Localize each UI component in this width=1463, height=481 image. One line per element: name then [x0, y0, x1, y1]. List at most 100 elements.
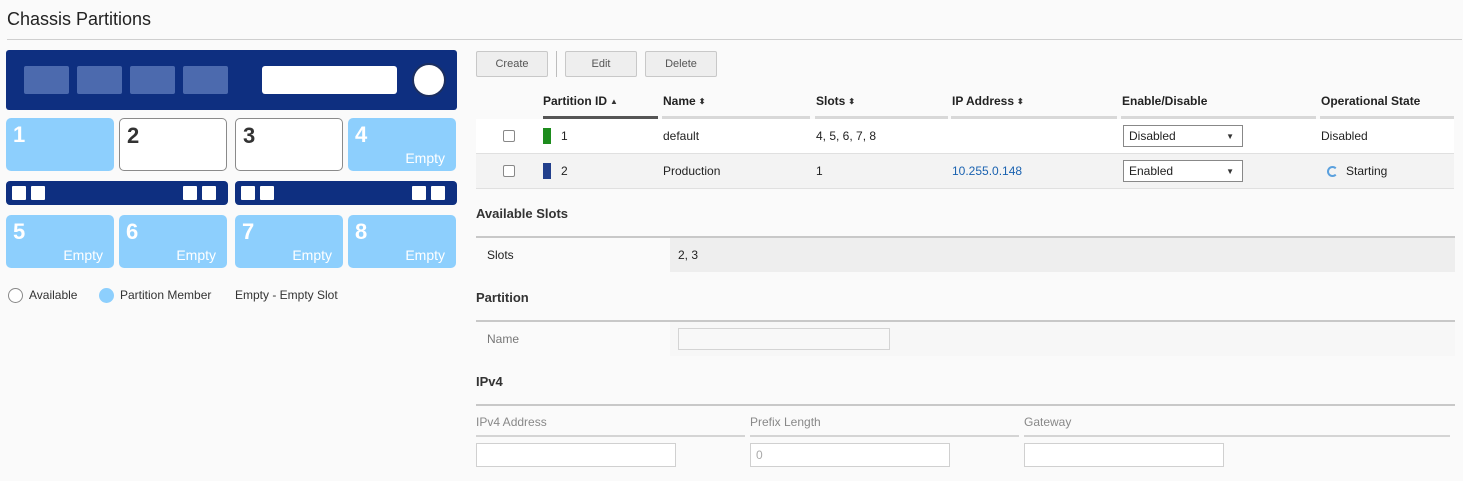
edit-button[interactable]: Edit — [565, 51, 637, 77]
delete-button[interactable]: Delete — [645, 51, 717, 77]
header-label: Partition ID — [543, 94, 608, 108]
enable-select-cell: Enabled ▼ — [1123, 154, 1243, 188]
available-slots-title: Available Slots — [476, 206, 568, 221]
partition-id: 2 — [561, 164, 568, 178]
slot-tag: Empty — [176, 247, 216, 263]
port-icon — [260, 186, 274, 200]
ipv4-address-label: IPv4 Address — [476, 415, 547, 429]
gateway-label: Gateway — [1024, 415, 1072, 429]
chevron-down-icon: ▼ — [1226, 131, 1234, 141]
partition-name: Production — [663, 164, 721, 178]
row-checkbox[interactable] — [503, 119, 515, 153]
lcd-panel — [262, 66, 397, 94]
slot-number: 2 — [127, 123, 140, 148]
slot-2[interactable]: 2 — [119, 118, 227, 171]
port-icon — [202, 186, 216, 200]
field-underline — [750, 435, 1019, 437]
partition-slots: 1 — [816, 164, 823, 178]
checkbox[interactable] — [503, 130, 515, 142]
checkbox[interactable] — [503, 165, 515, 177]
field-underline — [476, 435, 745, 437]
enable-select-cell: Disabled ▼ — [1123, 119, 1243, 153]
ipv4-address-input[interactable] — [476, 443, 676, 467]
slot-4[interactable]: 4 Empty — [348, 118, 456, 171]
slot-1[interactable]: 1 — [6, 118, 114, 171]
create-button[interactable]: Create — [476, 51, 548, 77]
sort-icon: ⬍ — [1017, 96, 1024, 106]
legend-member-label: Partition Member — [120, 288, 212, 302]
enable-select[interactable]: Enabled ▼ — [1123, 160, 1243, 182]
chassis-top-panel — [6, 50, 457, 110]
operational-state-cell: Starting — [1327, 154, 1387, 188]
section-divider — [476, 404, 1455, 406]
slot-number: 7 — [242, 219, 255, 244]
legend-available: Available — [8, 286, 77, 304]
slot-5[interactable]: 5 Empty — [6, 215, 114, 268]
midplane-bar-left — [6, 181, 228, 205]
toolbar-separator — [556, 51, 557, 77]
slot-tag: Empty — [63, 247, 103, 263]
operational-state: Disabled — [1321, 129, 1368, 143]
slot-8[interactable]: 8 Empty — [348, 215, 456, 268]
partition-section-title: Partition — [476, 290, 529, 305]
available-dot-icon — [8, 287, 23, 303]
partition-name-cell — [670, 322, 1455, 356]
ipv4-section-title: IPv4 — [476, 374, 503, 389]
available-slots-label: Slots — [487, 248, 514, 262]
available-slots-row: Slots 2, 3 — [476, 238, 1455, 272]
slot-tag: Empty — [405, 247, 445, 263]
header-name[interactable]: Name ⬍ — [663, 94, 705, 108]
slot-number: 3 — [243, 123, 256, 148]
enable-select[interactable]: Disabled ▼ — [1123, 125, 1243, 147]
header-enable-disable: Enable/Disable — [1122, 94, 1207, 108]
port-icon — [12, 186, 26, 200]
fan-module — [130, 66, 175, 94]
fan-module — [77, 66, 122, 94]
header-label: IP Address — [952, 94, 1015, 108]
partition-id-cell: 2 — [543, 154, 568, 188]
partition-name: default — [663, 129, 700, 143]
table-row[interactable]: 1 default 4, 5, 6, 7, 8 Disabled ▼ Disab… — [476, 119, 1454, 154]
sort-icon: ⬍ — [848, 96, 856, 106]
partition-name-label: Name — [487, 332, 520, 346]
partition-color-swatch — [543, 163, 551, 179]
header-partition-id[interactable]: Partition ID ▲ — [543, 94, 618, 108]
prefix-length-label: Prefix Length — [750, 415, 821, 429]
port-icon — [241, 186, 255, 200]
slot-number: 6 — [126, 219, 139, 244]
midplane-bar-right — [235, 181, 457, 205]
slot-7[interactable]: 7 Empty — [235, 215, 343, 268]
table-row[interactable]: 2 Production 1 10.255.0.148 Enabled ▼ St… — [476, 154, 1454, 189]
gateway-input[interactable] — [1024, 443, 1224, 467]
header-operational-state: Operational State — [1321, 94, 1420, 108]
enable-select-value: Enabled — [1129, 164, 1174, 178]
fan-module — [24, 66, 69, 94]
header-slots[interactable]: Slots ⬍ — [816, 94, 855, 108]
row-checkbox[interactable] — [503, 154, 515, 188]
member-dot-icon — [99, 287, 114, 303]
legend-empty-label: Empty - Empty Slot — [235, 288, 338, 302]
port-icon — [31, 186, 45, 200]
available-slots-value: 2, 3 — [670, 238, 1455, 272]
prefix-length-input[interactable]: 0 — [750, 443, 950, 467]
legend-member: Partition Member — [99, 286, 211, 304]
partition-slots: 4, 5, 6, 7, 8 — [816, 129, 877, 143]
header-label: Slots — [816, 94, 846, 108]
field-underline — [1024, 435, 1450, 437]
slot-number: 1 — [13, 122, 26, 147]
operational-state: Starting — [1346, 164, 1388, 178]
partition-color-swatch — [543, 128, 551, 144]
chevron-down-icon: ▼ — [1226, 166, 1234, 176]
partition-id-cell: 1 — [543, 119, 568, 153]
enable-select-value: Disabled — [1129, 129, 1176, 143]
port-icon — [412, 186, 426, 200]
sort-asc-icon: ▲ — [610, 96, 618, 106]
sort-icon: ⬍ — [698, 96, 706, 106]
slot-6[interactable]: 6 Empty — [119, 215, 227, 268]
partition-ip-link[interactable]: 10.255.0.148 — [952, 154, 1022, 188]
slot-3[interactable]: 3 — [235, 118, 343, 171]
slot-number: 4 — [355, 122, 368, 147]
partition-name-input[interactable] — [678, 328, 890, 350]
legend-available-label: Available — [29, 288, 78, 302]
header-ip-address[interactable]: IP Address ⬍ — [952, 94, 1024, 108]
